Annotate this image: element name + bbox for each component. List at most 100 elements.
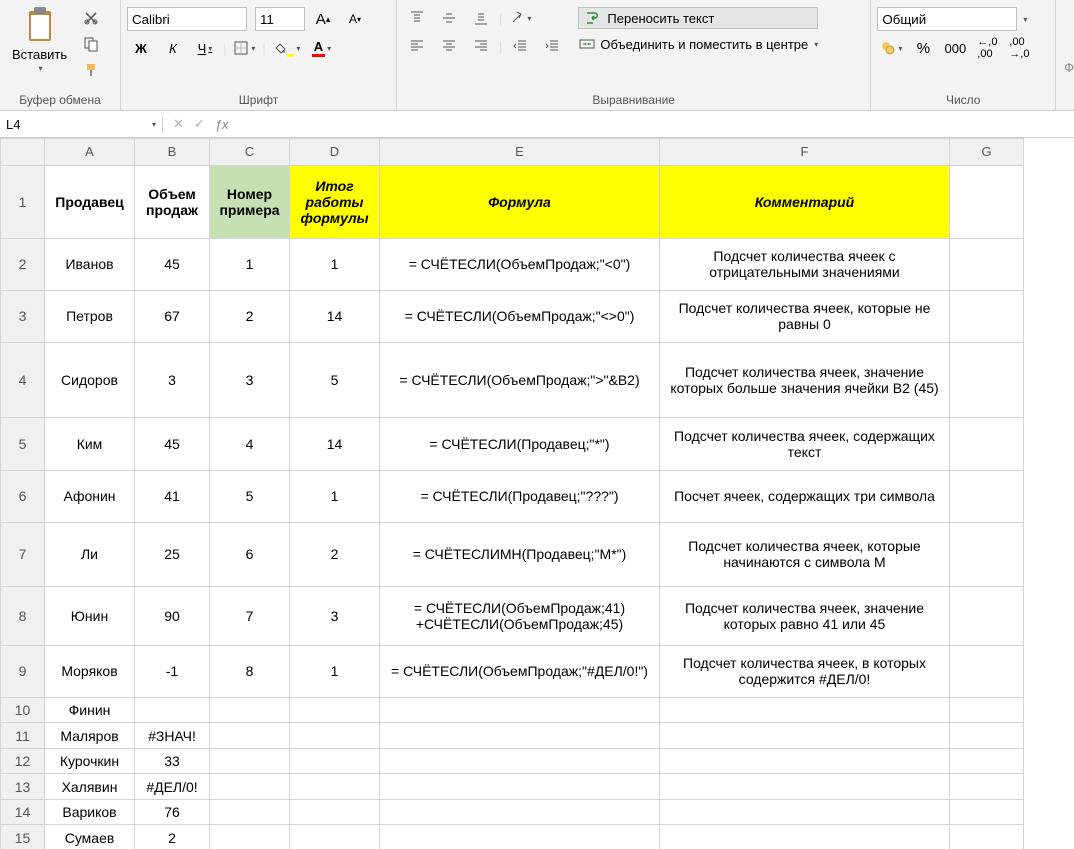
align-bottom-button[interactable] <box>467 7 495 29</box>
cell-A8[interactable]: Юнин <box>45 586 135 645</box>
cell-D2[interactable]: 1 <box>290 238 380 290</box>
col-head-D[interactable]: D <box>290 139 380 166</box>
shrink-font-button[interactable]: A▾ <box>341 8 369 30</box>
cell-F15[interactable] <box>660 825 950 849</box>
decrease-decimal-button[interactable]: ,00→,0 <box>1005 37 1033 59</box>
borders-button[interactable]: ▾ <box>230 37 258 59</box>
cell-F3[interactable]: Подсчет количества ячеек, которые не рав… <box>660 290 950 342</box>
cell-C2[interactable]: 1 <box>210 238 290 290</box>
font-size-select[interactable] <box>255 7 305 31</box>
cell-B9[interactable]: -1 <box>135 645 210 697</box>
cell-G2[interactable] <box>950 238 1024 290</box>
grow-font-button[interactable]: A▴ <box>309 8 337 30</box>
increase-decimal-button[interactable]: ←,0,00 <box>973 37 1001 59</box>
italic-button[interactable]: К <box>159 37 187 59</box>
align-center-button[interactable] <box>435 35 463 57</box>
cell-G9[interactable] <box>950 645 1024 697</box>
cell-C7[interactable]: 6 <box>210 522 290 586</box>
cell-A3[interactable]: Петров <box>45 290 135 342</box>
font-name-select[interactable] <box>127 7 247 31</box>
cell-E13[interactable] <box>380 774 660 800</box>
format-painter-button[interactable] <box>77 59 105 81</box>
cell-D9[interactable]: 1 <box>290 645 380 697</box>
cell-F6[interactable]: Посчет ячеек, содержащих три символа <box>660 470 950 522</box>
cut-button[interactable] <box>77 7 105 29</box>
cell-A14[interactable]: Вариков <box>45 799 135 825</box>
cell-A9[interactable]: Моряков <box>45 645 135 697</box>
cell-B15[interactable]: 2 <box>135 825 210 849</box>
cell-E6[interactable]: = СЧЁТЕСЛИ(Продавец;"???") <box>380 470 660 522</box>
cell-C14[interactable] <box>210 799 290 825</box>
align-right-button[interactable] <box>467 35 495 57</box>
cell-D12[interactable] <box>290 748 380 774</box>
cell-G15[interactable] <box>950 825 1024 849</box>
cell-F7[interactable]: Подсчет количества ячеек, которые начина… <box>660 522 950 586</box>
cell-F2[interactable]: Подсчет количества ячеек с отрицательным… <box>660 238 950 290</box>
font-color-button[interactable]: А▾ <box>307 37 335 59</box>
cell-A1[interactable]: Продавец <box>45 165 135 238</box>
cell-F9[interactable]: Подсчет количества ячеек, в которых соде… <box>660 645 950 697</box>
row-head-7[interactable]: 7 <box>1 522 45 586</box>
row-head-9[interactable]: 9 <box>1 645 45 697</box>
cell-G6[interactable] <box>950 470 1024 522</box>
cell-A6[interactable]: Афонин <box>45 470 135 522</box>
cell-B2[interactable]: 45 <box>135 238 210 290</box>
copy-button[interactable] <box>77 33 105 55</box>
name-box[interactable]: L4 ▾ <box>0 117 163 132</box>
select-all-corner[interactable] <box>1 139 45 166</box>
cell-G14[interactable] <box>950 799 1024 825</box>
cell-B14[interactable]: 76 <box>135 799 210 825</box>
cell-D8[interactable]: 3 <box>290 586 380 645</box>
cell-G13[interactable] <box>950 774 1024 800</box>
row-head-5[interactable]: 5 <box>1 418 45 470</box>
cell-A2[interactable]: Иванов <box>45 238 135 290</box>
cell-D3[interactable]: 14 <box>290 290 380 342</box>
col-head-G[interactable]: G <box>950 139 1024 166</box>
cell-B8[interactable]: 90 <box>135 586 210 645</box>
cell-G5[interactable] <box>950 418 1024 470</box>
cell-D7[interactable]: 2 <box>290 522 380 586</box>
cell-F4[interactable]: Подсчет количества ячеек, значение котор… <box>660 343 950 418</box>
cell-A4[interactable]: Сидоров <box>45 343 135 418</box>
cell-E2[interactable]: = СЧЁТЕСЛИ(ОбъемПродаж;"<0") <box>380 238 660 290</box>
cell-E12[interactable] <box>380 748 660 774</box>
spreadsheet-grid[interactable]: ABCDEFG 1ПродавецОбъем продажНомер приме… <box>0 138 1074 849</box>
cell-E4[interactable]: = СЧЁТЕСЛИ(ОбъемПродаж;">"&B2) <box>380 343 660 418</box>
dedent-button[interactable] <box>506 35 534 57</box>
cell-C1[interactable]: Номер примера <box>210 165 290 238</box>
cell-E1[interactable]: Формула <box>380 165 660 238</box>
col-head-E[interactable]: E <box>380 139 660 166</box>
thousands-button[interactable]: 000 <box>941 37 969 59</box>
cell-E8[interactable]: = СЧЁТЕСЛИ(ОбъемПродаж;41) +СЧЁТЕСЛИ(Объ… <box>380 586 660 645</box>
cell-E15[interactable] <box>380 825 660 849</box>
indent-button[interactable] <box>538 35 566 57</box>
cell-G4[interactable] <box>950 343 1024 418</box>
col-head-A[interactable]: A <box>45 139 135 166</box>
row-head-14[interactable]: 14 <box>1 799 45 825</box>
cell-G7[interactable] <box>950 522 1024 586</box>
cell-C10[interactable] <box>210 697 290 723</box>
col-head-F[interactable]: F <box>660 139 950 166</box>
align-top-button[interactable] <box>403 7 431 29</box>
row-head-3[interactable]: 3 <box>1 290 45 342</box>
cell-D13[interactable] <box>290 774 380 800</box>
cell-B5[interactable]: 45 <box>135 418 210 470</box>
col-head-C[interactable]: C <box>210 139 290 166</box>
row-head-8[interactable]: 8 <box>1 586 45 645</box>
row-head-12[interactable]: 12 <box>1 748 45 774</box>
cell-D5[interactable]: 14 <box>290 418 380 470</box>
cell-B4[interactable]: 3 <box>135 343 210 418</box>
cell-A12[interactable]: Курочкин <box>45 748 135 774</box>
cell-C4[interactable]: 3 <box>210 343 290 418</box>
row-head-11[interactable]: 11 <box>1 723 45 749</box>
cell-C9[interactable]: 8 <box>210 645 290 697</box>
cell-B1[interactable]: Объем продаж <box>135 165 210 238</box>
row-head-1[interactable]: 1 <box>1 165 45 238</box>
cell-B11[interactable]: #ЗНАЧ! <box>135 723 210 749</box>
cell-C5[interactable]: 4 <box>210 418 290 470</box>
cell-D15[interactable] <box>290 825 380 849</box>
cell-A10[interactable]: Финин <box>45 697 135 723</box>
cell-E7[interactable]: = СЧЁТЕСЛИМН(Продавец;"М*") <box>380 522 660 586</box>
row-head-6[interactable]: 6 <box>1 470 45 522</box>
cell-F1[interactable]: Комментарий <box>660 165 950 238</box>
